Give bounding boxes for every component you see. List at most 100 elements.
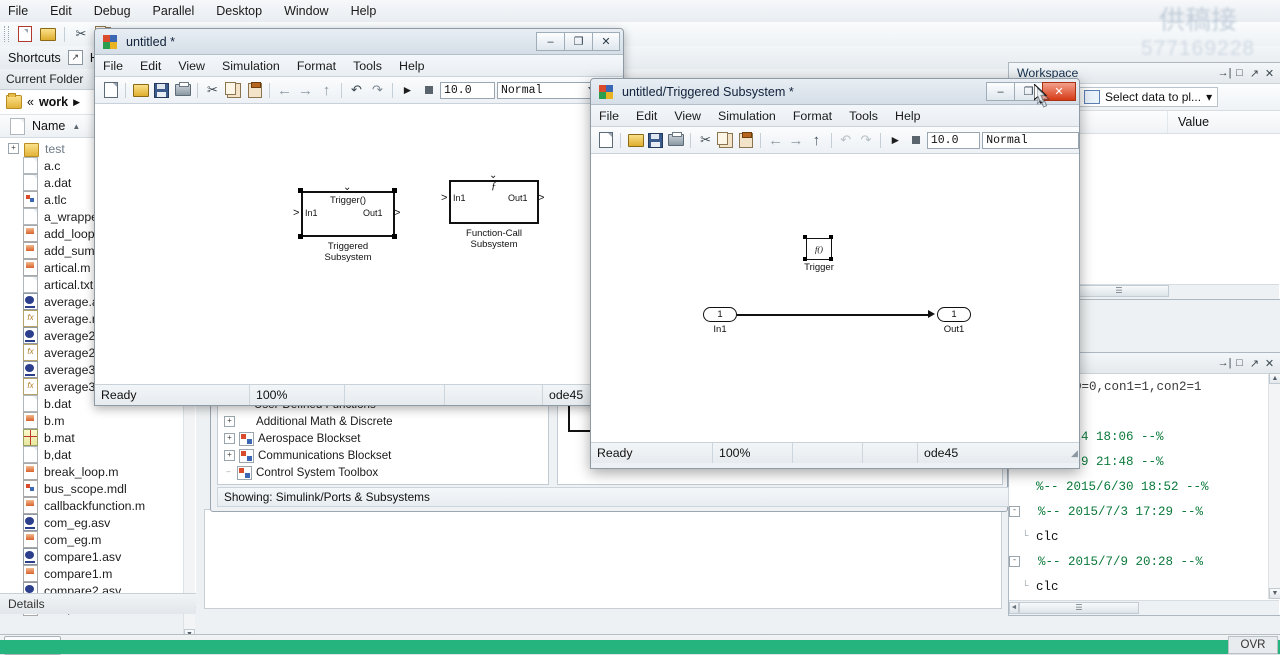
file-list-item[interactable]: b.mat <box>0 429 196 446</box>
history-expand-toggle-icon[interactable]: - <box>1009 556 1020 567</box>
selection-handle-br[interactable] <box>392 234 397 239</box>
history-close-icon[interactable]: ✕ <box>1262 356 1277 370</box>
sl2-save-icon[interactable] <box>647 131 665 150</box>
sl1-menu-format[interactable]: Format <box>297 59 336 73</box>
shortcuts-label[interactable]: Shortcuts <box>8 51 61 65</box>
details-pane-header[interactable]: Details ∧ <box>0 593 211 614</box>
library-tree-item[interactable]: + Aerospace Blockset <box>218 430 548 447</box>
sl2-open-model-icon[interactable] <box>626 131 644 150</box>
sl2-menu-tools[interactable]: Tools <box>849 109 878 123</box>
file-list-item[interactable]: com_eg.m <box>0 531 196 548</box>
shortcut-arrow-icon[interactable]: ↗ <box>67 50 83 65</box>
sl1-stop-icon[interactable] <box>419 81 438 100</box>
sl1-back-arrow-icon[interactable]: ← <box>275 81 294 100</box>
sl2-menu-edit[interactable]: Edit <box>636 109 657 123</box>
library-tree-item[interactable]: + Additional Math & Discrete <box>218 413 548 430</box>
trigger-selection-handle-br[interactable] <box>829 257 833 261</box>
selection-handle-bl[interactable] <box>298 234 303 239</box>
sl2-simulation-mode-dropdown[interactable]: Normal <box>982 131 1079 149</box>
sl2-simulation-time-input[interactable]: 10.0 <box>926 131 981 149</box>
outport-block[interactable]: 1 <box>937 307 971 322</box>
toolbar-grip[interactable] <box>4 26 9 42</box>
sl2-canvas[interactable]: f() Trigger 1 In1 1 Out1 <box>591 154 1079 442</box>
expand-toggle-icon[interactable]: + <box>224 416 235 427</box>
expand-toggle-icon[interactable]: + <box>8 143 19 154</box>
selection-handle-tl[interactable] <box>298 188 303 193</box>
sl1-minimize-button[interactable]: – <box>536 32 564 51</box>
sl2-titlebar[interactable]: untitled/Triggered Subsystem * – ❐ ✕ <box>591 79 1079 105</box>
sl1-titlebar[interactable]: untitled * – ❐ ✕ <box>95 29 623 55</box>
sl1-new-model-icon[interactable] <box>101 81 120 100</box>
trigger-selection-handle-tr[interactable] <box>829 235 833 239</box>
file-list-item[interactable]: com_eg.asv <box>0 514 196 531</box>
column-header-name[interactable]: Name <box>32 119 65 133</box>
history-hscrollbar[interactable]: ◄ ☰ <box>1009 600 1279 615</box>
file-list-item[interactable]: b.m <box>0 412 196 429</box>
history-vscrollbar[interactable]: ▲ ▼ <box>1268 373 1280 599</box>
simulink-window-triggered-subsystem[interactable]: untitled/Triggered Subsystem * – ❐ ✕ Fil… <box>590 78 1080 469</box>
simulink-window-untitled[interactable]: untitled * – ❐ ✕ File Edit View Simulati… <box>94 28 624 406</box>
sl1-print-icon[interactable] <box>173 81 192 100</box>
sl1-simulation-mode-dropdown[interactable]: Normal <box>497 81 597 99</box>
menu-desktop[interactable]: Desktop <box>216 4 262 18</box>
sl2-stop-icon[interactable] <box>907 131 925 150</box>
sl2-cut-icon[interactable]: ✂ <box>696 131 714 150</box>
sl2-minimize-button[interactable]: – <box>986 82 1014 101</box>
workspace-maximize-icon[interactable]: □ <box>1232 66 1247 80</box>
library-tree-item[interactable]: – Control System Toolbox <box>218 464 548 481</box>
sl1-menu-tools[interactable]: Tools <box>353 59 382 73</box>
menu-window[interactable]: Window <box>284 4 328 18</box>
path-prev-chevron[interactable]: « <box>27 95 34 109</box>
expand-toggle-icon[interactable]: + <box>224 450 235 461</box>
open-file-icon[interactable] <box>38 25 58 44</box>
workspace-col-value[interactable]: Value <box>1168 111 1280 133</box>
selection-handle-tr[interactable] <box>392 188 397 193</box>
sl1-menu-help[interactable]: Help <box>399 59 424 73</box>
sl2-undo-icon[interactable]: ↶ <box>836 131 854 150</box>
sl2-resize-grip[interactable]: ◢ <box>1065 443 1079 463</box>
library-tree-item[interactable]: + Communications Blockset <box>218 447 548 464</box>
history-entry[interactable]: - %-- 2015/7/3 17:29 --% <box>1009 499 1280 524</box>
sl1-menu-edit[interactable]: Edit <box>140 59 161 73</box>
history-maximize-icon[interactable]: □ <box>1232 356 1247 370</box>
sl1-menu-simulation[interactable]: Simulation <box>222 59 280 73</box>
sl1-run-icon[interactable]: ► <box>398 81 417 100</box>
trigger-selection-handle-bl[interactable] <box>803 257 807 261</box>
sl1-copy-icon[interactable] <box>224 81 243 100</box>
sl1-undo-icon[interactable]: ↶ <box>347 81 366 100</box>
history-scroll-up-icon[interactable]: ▲ <box>1269 373 1280 384</box>
expand-toggle-icon[interactable]: + <box>224 433 235 444</box>
sl1-menu-view[interactable]: View <box>178 59 205 73</box>
path-next-chevron[interactable]: ▶ <box>73 97 80 108</box>
menu-debug[interactable]: Debug <box>94 4 131 18</box>
sl2-menu-file[interactable]: File <box>599 109 619 123</box>
signal-line-in1-out1[interactable] <box>737 314 929 316</box>
sl2-copy-icon[interactable] <box>716 131 735 150</box>
sl2-menu-view[interactable]: View <box>674 109 701 123</box>
new-script-icon[interactable] <box>15 25 35 44</box>
sl1-open-model-icon[interactable] <box>131 81 150 100</box>
path-folder-name[interactable]: work <box>39 95 68 109</box>
sl1-menu-file[interactable]: File <box>103 59 123 73</box>
file-list-item[interactable]: compare1.asv <box>0 548 196 565</box>
file-list-item[interactable]: compare1.m <box>0 565 196 582</box>
history-expand-toggle-icon[interactable]: - <box>1009 506 1020 517</box>
sl1-forward-arrow-icon[interactable]: → <box>296 81 315 100</box>
history-entry[interactable]: - %-- 2015/7/9 20:28 --% <box>1009 549 1280 574</box>
sl1-canvas[interactable]: ⌄ Trigger() In1 Out1 > > Triggered Subsy… <box>95 104 623 384</box>
file-list-item[interactable]: callbackfunction.m <box>0 497 196 514</box>
workspace-undock-icon[interactable]: ↗ <box>1247 66 1262 80</box>
sl2-new-model-icon[interactable] <box>597 131 615 150</box>
sl1-maximize-button[interactable]: ❐ <box>564 32 592 51</box>
sl2-menu-format[interactable]: Format <box>793 109 832 123</box>
history-dock-icon[interactable]: →| <box>1217 356 1232 370</box>
history-scroll-down-icon[interactable]: ▼ <box>1269 588 1280 599</box>
file-list-item[interactable]: break_loop.m <box>0 463 196 480</box>
sl1-simulation-time-input[interactable]: 10.0 <box>440 81 495 99</box>
sl2-run-icon[interactable]: ► <box>886 131 904 150</box>
menu-parallel[interactable]: Parallel <box>153 4 195 18</box>
command-window[interactable] <box>204 509 1002 609</box>
sl2-print-icon[interactable] <box>667 131 685 150</box>
workspace-close-icon[interactable]: ✕ <box>1262 66 1277 80</box>
sl2-menu-help[interactable]: Help <box>895 109 920 123</box>
